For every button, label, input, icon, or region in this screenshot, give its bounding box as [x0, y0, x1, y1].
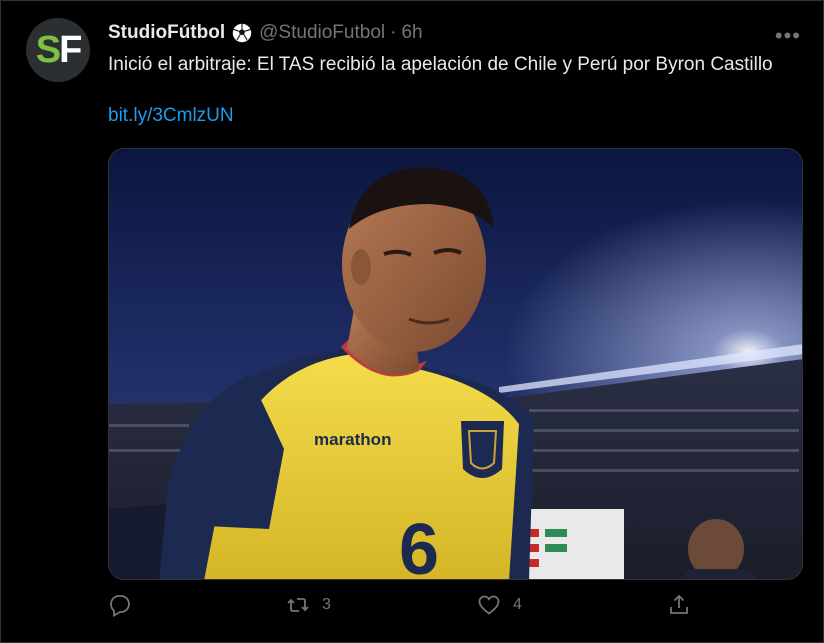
tweet-link[interactable]: bit.ly/3CmlzUN: [108, 105, 234, 127]
reply-icon: [110, 595, 130, 617]
tweet-text: Inició el arbitraje: El TAS recibió la a…: [108, 54, 773, 75]
timestamp[interactable]: 6h: [401, 22, 422, 44]
tweet-image[interactable]: marathon 6: [108, 148, 803, 580]
author-handle[interactable]: @StudioFutbol: [259, 22, 385, 44]
author-name[interactable]: StudioFútbol: [108, 22, 225, 44]
avatar-letter-s: S: [35, 28, 61, 71]
retweet-button[interactable]: 3: [286, 593, 331, 617]
retweet-icon: [287, 598, 309, 612]
tweet-actions: 3 4: [1, 593, 824, 633]
share-icon: [670, 594, 688, 614]
tweet-header: StudioFútbol @StudioFutbol · 6h: [108, 21, 423, 45]
retweet-count: 3: [322, 596, 331, 613]
tweet-card[interactable]: SF StudioFútbol @StudioFutbol · 6h ••• I…: [0, 0, 824, 643]
avatar-letter-f: F: [59, 28, 82, 71]
like-count: 4: [513, 596, 522, 613]
share-button[interactable]: [667, 593, 691, 617]
reply-button[interactable]: [108, 593, 132, 617]
separator-dot: ·: [390, 22, 397, 43]
jersey-brand: marathon: [314, 430, 391, 449]
like-button[interactable]: 4: [477, 593, 522, 617]
more-options-icon[interactable]: •••: [775, 23, 801, 49]
avatar[interactable]: SF: [26, 18, 90, 82]
player-photo: marathon 6: [109, 149, 802, 580]
soccer-ball-icon: [232, 22, 253, 44]
jersey-number: 6: [399, 510, 439, 580]
heart-icon: [478, 595, 500, 615]
